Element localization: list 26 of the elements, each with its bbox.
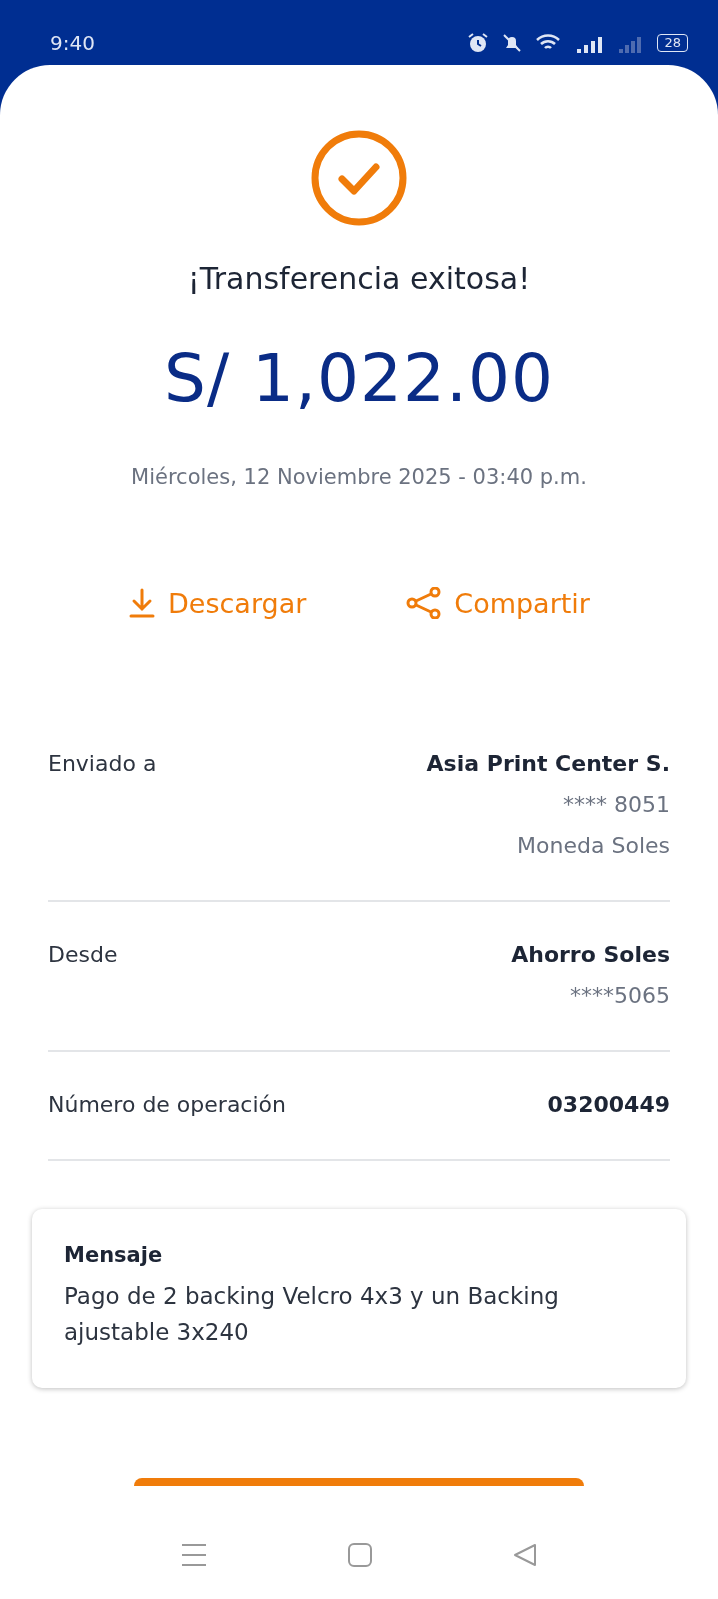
detail-value: ****5065 <box>570 983 670 1008</box>
detail-value: 03200449 <box>547 1092 670 1117</box>
detail-value: Asia Print Center S. <box>426 751 670 776</box>
detail-value: Ahorro Soles <box>511 942 670 967</box>
download-button[interactable]: Descargar <box>128 587 307 619</box>
message-title: Mensaje <box>64 1243 164 1267</box>
menu-icon[interactable] <box>180 1543 207 1567</box>
detail-label: Número de operación <box>48 1092 286 1117</box>
primary-button[interactable] <box>134 1478 584 1487</box>
detail-value: **** 8051 <box>563 792 670 817</box>
transfer-date: Miércoles, 12 Noviembre 2025 - 03:40 p.m. <box>131 465 587 489</box>
share-button[interactable]: Compartir <box>406 587 590 619</box>
share-icon <box>406 587 443 619</box>
status-time: 9:40 <box>50 30 95 55</box>
transfer-amount: S/ 1,022.00 <box>164 340 554 417</box>
download-icon <box>128 587 157 619</box>
detail-label: Desde <box>48 942 118 969</box>
home-icon[interactable] <box>348 1543 372 1567</box>
detail-label: Enviado a <box>48 751 157 778</box>
detail-value: Moneda Soles <box>517 833 670 858</box>
battery-level: 28 <box>657 33 688 52</box>
success-check-icon <box>310 129 408 227</box>
message-text: Pago de 2 backing Velcro 4x3 y un Backing ajustable 3x240 <box>64 1282 560 1347</box>
alarm-icon <box>467 31 490 54</box>
success-title: ¡Transferencia exitosa! <box>187 261 531 296</box>
back-icon[interactable] <box>513 1543 538 1567</box>
